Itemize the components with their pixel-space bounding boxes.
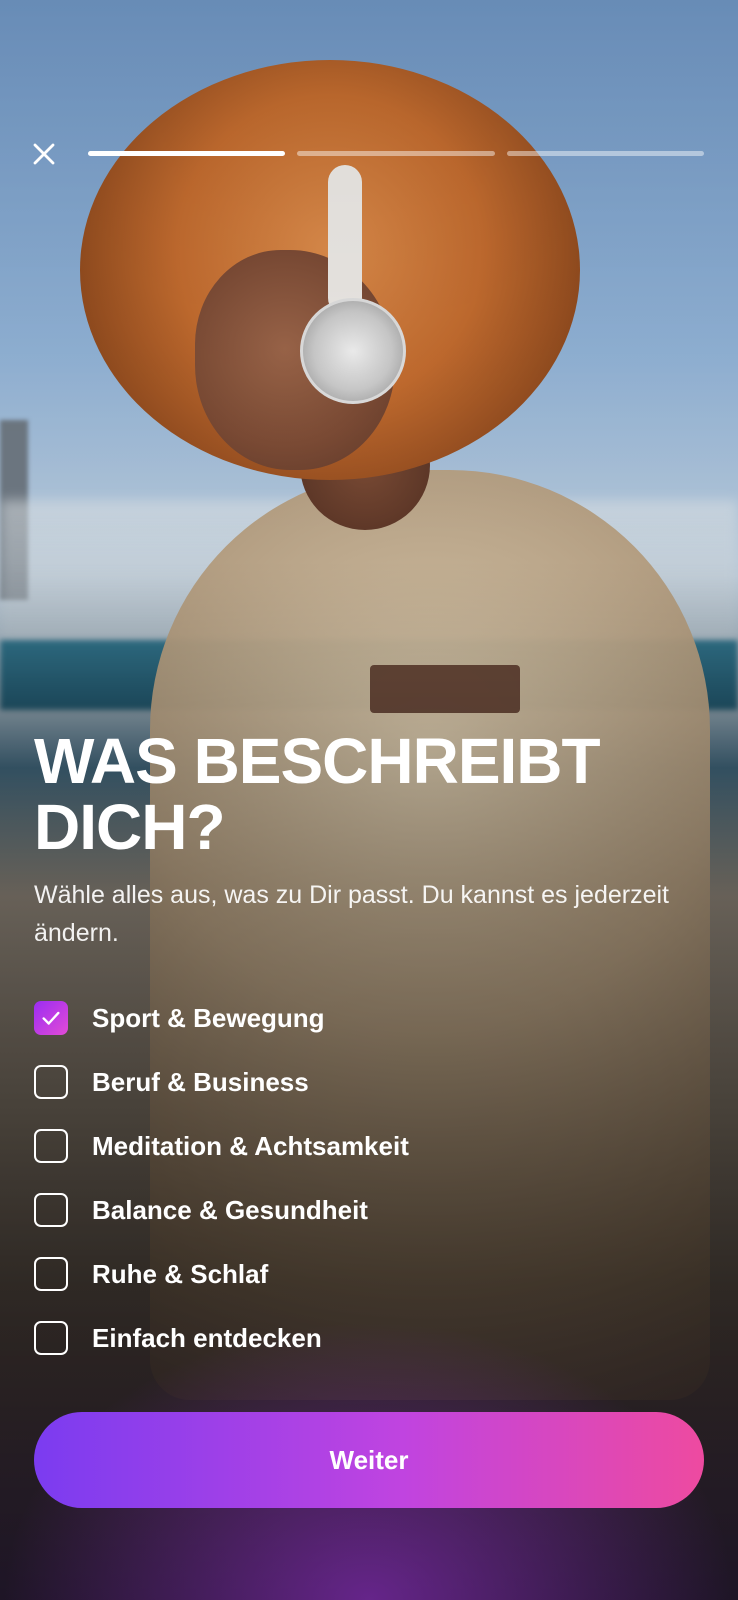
option-einfach-entdecken[interactable]: Einfach entdecken — [34, 1318, 322, 1358]
progress-segment-2 — [297, 151, 495, 156]
close-button[interactable] — [28, 138, 60, 170]
checkbox[interactable] — [34, 1193, 68, 1227]
option-ruhe-schlaf[interactable]: Ruhe & Schlaf — [34, 1254, 268, 1294]
progress-bar — [88, 151, 704, 156]
option-label: Einfach entdecken — [92, 1322, 322, 1353]
continue-button[interactable]: Weiter — [34, 1412, 704, 1508]
option-label: Beruf & Business — [92, 1066, 309, 1097]
option-beruf-business[interactable]: Beruf & Business — [34, 1062, 309, 1102]
option-sport-bewegung[interactable]: Sport & Bewegung — [34, 998, 325, 1038]
checkbox[interactable] — [34, 1065, 68, 1099]
option-meditation-achtsamkeit[interactable]: Meditation & Achtsamkeit — [34, 1126, 409, 1166]
onboarding-screen: WAS BESCHREIBT DICH? Wähle alles aus, wa… — [0, 0, 738, 1600]
checkbox[interactable] — [34, 1257, 68, 1291]
progress-segment-1 — [88, 151, 286, 156]
option-label: Meditation & Achtsamkeit — [92, 1130, 409, 1161]
page-subtitle: Wähle alles aus, was zu Dir passt. Du ka… — [34, 881, 669, 947]
progress-segment-3 — [506, 151, 704, 156]
option-balance-gesundheit[interactable]: Balance & Gesundheit — [34, 1190, 368, 1230]
option-label: Sport & Bewegung — [92, 1002, 325, 1033]
option-label: Balance & Gesundheit — [92, 1194, 368, 1225]
checkbox[interactable] — [34, 1129, 68, 1163]
page-title: WAS BESCHREIBT DICH? — [34, 725, 601, 863]
checkbox[interactable] — [34, 1321, 68, 1355]
option-label: Ruhe & Schlaf — [92, 1258, 269, 1289]
close-icon — [33, 143, 55, 165]
checkbox-checked[interactable] — [34, 1001, 68, 1035]
checkmark-icon — [42, 1011, 60, 1025]
